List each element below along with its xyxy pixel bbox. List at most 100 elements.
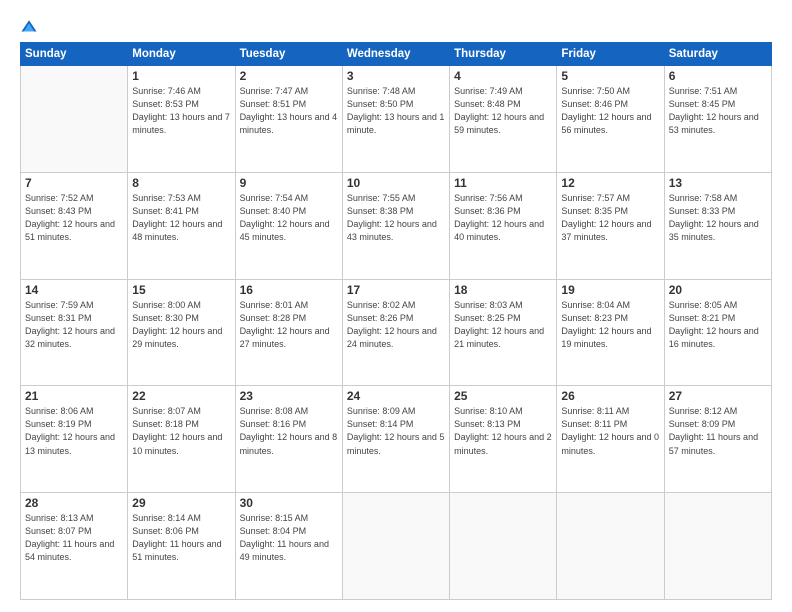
- calendar-cell: 11 Sunrise: 7:56 AMSunset: 8:36 PMDayligh…: [450, 172, 557, 279]
- day-number: 12: [561, 176, 659, 190]
- day-info: Sunrise: 7:56 AMSunset: 8:36 PMDaylight:…: [454, 192, 552, 244]
- day-info: Sunrise: 7:52 AMSunset: 8:43 PMDaylight:…: [25, 192, 123, 244]
- calendar-cell: [557, 493, 664, 600]
- day-number: 2: [240, 69, 338, 83]
- day-number: 30: [240, 496, 338, 510]
- day-number: 8: [132, 176, 230, 190]
- day-number: 13: [669, 176, 767, 190]
- day-info: Sunrise: 7:54 AMSunset: 8:40 PMDaylight:…: [240, 192, 338, 244]
- day-number: 28: [25, 496, 123, 510]
- day-number: 29: [132, 496, 230, 510]
- calendar-cell: 29Sunrise: 8:14 AMSunset: 8:06 PMDayligh…: [128, 493, 235, 600]
- day-number: 26: [561, 389, 659, 403]
- calendar-cell: 13 Sunrise: 7:58 AMSunset: 8:33 PMDayligh…: [664, 172, 771, 279]
- day-number: 14: [25, 283, 123, 297]
- day-info: Sunrise: 7:46 AMSunset: 8:53 PMDaylight:…: [132, 85, 230, 137]
- weekday-header: Wednesday: [342, 43, 449, 66]
- day-number: 11: [454, 176, 552, 190]
- day-info: Sunrise: 8:06 AMSunset: 8:19 PMDaylight:…: [25, 405, 123, 457]
- calendar-cell: 2 Sunrise: 7:47 AMSunset: 8:51 PMDaylight…: [235, 66, 342, 173]
- day-info: Sunrise: 8:13 AMSunset: 8:07 PMDaylight:…: [25, 512, 123, 564]
- calendar-cell: 14 Sunrise: 7:59 AMSunset: 8:31 PMDayligh…: [21, 279, 128, 386]
- day-number: 25: [454, 389, 552, 403]
- weekday-header: Sunday: [21, 43, 128, 66]
- calendar-week-row: 28 Sunrise: 8:13 AMSunset: 8:07 PMDayligh…: [21, 493, 772, 600]
- calendar-cell: 8Sunrise: 7:53 AMSunset: 8:41 PMDaylight…: [128, 172, 235, 279]
- day-info: Sunrise: 8:15 AMSunset: 8:04 PMDaylight:…: [240, 512, 338, 564]
- weekday-header: Tuesday: [235, 43, 342, 66]
- logo: [20, 18, 42, 36]
- calendar-cell: 19 Sunrise: 8:04 AMSunset: 8:23 PMDayligh…: [557, 279, 664, 386]
- weekday-header: Thursday: [450, 43, 557, 66]
- day-info: Sunrise: 7:59 AMSunset: 8:31 PMDaylight:…: [25, 299, 123, 351]
- day-number: 1: [132, 69, 230, 83]
- day-number: 19: [561, 283, 659, 297]
- weekday-header-row: SundayMondayTuesdayWednesdayThursdayFrid…: [21, 43, 772, 66]
- calendar-cell: [664, 493, 771, 600]
- calendar-week-row: 7 Sunrise: 7:52 AMSunset: 8:43 PMDaylight…: [21, 172, 772, 279]
- day-number: 4: [454, 69, 552, 83]
- day-info: Sunrise: 8:09 AMSunset: 8:14 PMDaylight:…: [347, 405, 445, 457]
- calendar-cell: 20 Sunrise: 8:05 AMSunset: 8:21 PMDayligh…: [664, 279, 771, 386]
- day-number: 9: [240, 176, 338, 190]
- day-info: Sunrise: 7:47 AMSunset: 8:51 PMDaylight:…: [240, 85, 338, 137]
- calendar-cell: 25 Sunrise: 8:10 AMSunset: 8:13 PMDayligh…: [450, 386, 557, 493]
- day-info: Sunrise: 8:03 AMSunset: 8:25 PMDaylight:…: [454, 299, 552, 351]
- day-number: 16: [240, 283, 338, 297]
- day-info: Sunrise: 7:55 AMSunset: 8:38 PMDaylight:…: [347, 192, 445, 244]
- day-number: 15: [132, 283, 230, 297]
- calendar-cell: 5Sunrise: 7:50 AMSunset: 8:46 PMDaylight…: [557, 66, 664, 173]
- calendar-cell: 17 Sunrise: 8:02 AMSunset: 8:26 PMDayligh…: [342, 279, 449, 386]
- calendar-cell: 7 Sunrise: 7:52 AMSunset: 8:43 PMDaylight…: [21, 172, 128, 279]
- day-info: Sunrise: 8:08 AMSunset: 8:16 PMDaylight:…: [240, 405, 338, 457]
- day-number: 3: [347, 69, 445, 83]
- logo-icon: [20, 18, 38, 36]
- calendar-cell: 26Sunrise: 8:11 AMSunset: 8:11 PMDayligh…: [557, 386, 664, 493]
- calendar-cell: 27 Sunrise: 8:12 AMSunset: 8:09 PMDayligh…: [664, 386, 771, 493]
- calendar-cell: [450, 493, 557, 600]
- day-number: 10: [347, 176, 445, 190]
- calendar-cell: 12 Sunrise: 7:57 AMSunset: 8:35 PMDayligh…: [557, 172, 664, 279]
- calendar-cell: 28 Sunrise: 8:13 AMSunset: 8:07 PMDayligh…: [21, 493, 128, 600]
- day-info: Sunrise: 8:05 AMSunset: 8:21 PMDaylight:…: [669, 299, 767, 351]
- day-number: 27: [669, 389, 767, 403]
- day-number: 7: [25, 176, 123, 190]
- calendar-table: SundayMondayTuesdayWednesdayThursdayFrid…: [20, 42, 772, 600]
- day-info: Sunrise: 8:02 AMSunset: 8:26 PMDaylight:…: [347, 299, 445, 351]
- day-info: Sunrise: 8:01 AMSunset: 8:28 PMDaylight:…: [240, 299, 338, 351]
- day-info: Sunrise: 8:12 AMSunset: 8:09 PMDaylight:…: [669, 405, 767, 457]
- calendar-cell: 22Sunrise: 8:07 AMSunset: 8:18 PMDayligh…: [128, 386, 235, 493]
- day-number: 17: [347, 283, 445, 297]
- day-info: Sunrise: 7:49 AMSunset: 8:48 PMDaylight:…: [454, 85, 552, 137]
- weekday-header: Friday: [557, 43, 664, 66]
- calendar-cell: 9 Sunrise: 7:54 AMSunset: 8:40 PMDaylight…: [235, 172, 342, 279]
- day-number: 18: [454, 283, 552, 297]
- day-info: Sunrise: 7:58 AMSunset: 8:33 PMDaylight:…: [669, 192, 767, 244]
- calendar-cell: 3 Sunrise: 7:48 AMSunset: 8:50 PMDaylight…: [342, 66, 449, 173]
- calendar-cell: 16 Sunrise: 8:01 AMSunset: 8:28 PMDayligh…: [235, 279, 342, 386]
- weekday-header: Monday: [128, 43, 235, 66]
- day-info: Sunrise: 7:48 AMSunset: 8:50 PMDaylight:…: [347, 85, 445, 137]
- calendar-cell: 21Sunrise: 8:06 AMSunset: 8:19 PMDayligh…: [21, 386, 128, 493]
- day-info: Sunrise: 7:51 AMSunset: 8:45 PMDaylight:…: [669, 85, 767, 137]
- calendar-cell: 23 Sunrise: 8:08 AMSunset: 8:16 PMDayligh…: [235, 386, 342, 493]
- calendar-cell: 1 Sunrise: 7:46 AMSunset: 8:53 PMDaylight…: [128, 66, 235, 173]
- day-info: Sunrise: 8:04 AMSunset: 8:23 PMDaylight:…: [561, 299, 659, 351]
- calendar-cell: 30 Sunrise: 8:15 AMSunset: 8:04 PMDayligh…: [235, 493, 342, 600]
- calendar-cell: 18 Sunrise: 8:03 AMSunset: 8:25 PMDayligh…: [450, 279, 557, 386]
- day-info: Sunrise: 7:50 AMSunset: 8:46 PMDaylight:…: [561, 85, 659, 137]
- day-number: 20: [669, 283, 767, 297]
- day-number: 23: [240, 389, 338, 403]
- day-number: 24: [347, 389, 445, 403]
- calendar-cell: 10 Sunrise: 7:55 AMSunset: 8:38 PMDayligh…: [342, 172, 449, 279]
- day-number: 6: [669, 69, 767, 83]
- page: SundayMondayTuesdayWednesdayThursdayFrid…: [0, 0, 792, 612]
- calendar-cell: 15Sunrise: 8:00 AMSunset: 8:30 PMDayligh…: [128, 279, 235, 386]
- day-info: Sunrise: 7:57 AMSunset: 8:35 PMDaylight:…: [561, 192, 659, 244]
- calendar-cell: 6 Sunrise: 7:51 AMSunset: 8:45 PMDaylight…: [664, 66, 771, 173]
- day-info: Sunrise: 8:10 AMSunset: 8:13 PMDaylight:…: [454, 405, 552, 457]
- day-number: 22: [132, 389, 230, 403]
- weekday-header: Saturday: [664, 43, 771, 66]
- calendar-week-row: 21Sunrise: 8:06 AMSunset: 8:19 PMDayligh…: [21, 386, 772, 493]
- calendar-cell: [21, 66, 128, 173]
